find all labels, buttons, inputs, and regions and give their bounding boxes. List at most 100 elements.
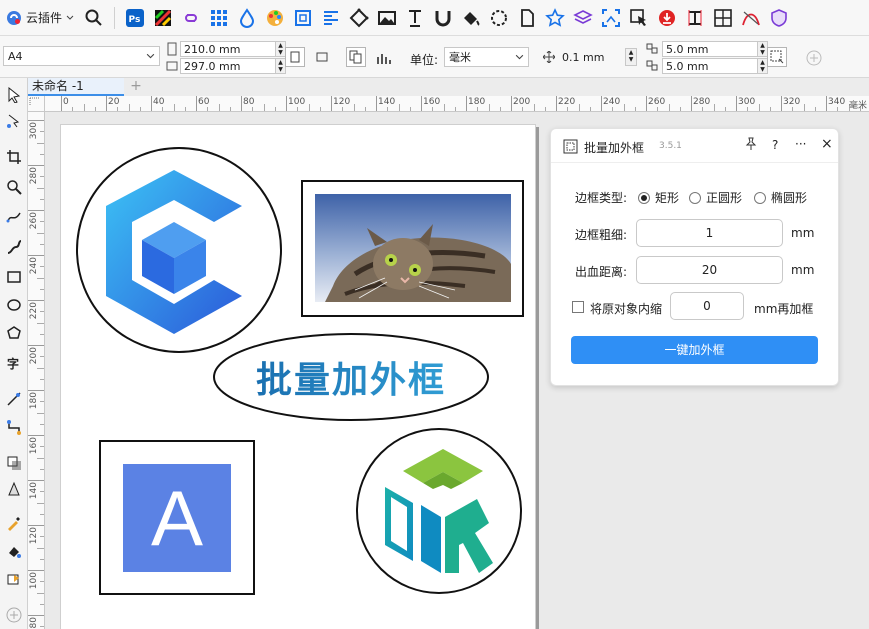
landscape-button[interactable] bbox=[312, 47, 332, 67]
current-page-button[interactable] bbox=[376, 49, 394, 67]
pick-tool[interactable] bbox=[5, 86, 23, 104]
h-ruler-minor bbox=[533, 104, 535, 111]
horizontal-ruler[interactable]: 0 20 40 60 80 100 120 140 160 180 200 220 240 260 280 3… bbox=[45, 96, 869, 112]
tool-star[interactable] bbox=[543, 6, 567, 30]
spin-arrows[interactable]: ▲ ▼ bbox=[275, 59, 285, 73]
tool-node[interactable] bbox=[347, 6, 371, 30]
tool-image[interactable] bbox=[375, 6, 399, 30]
search-button[interactable] bbox=[82, 6, 106, 30]
document-tab[interactable]: 未命名 -1 bbox=[28, 78, 124, 96]
tool-rotate[interactable] bbox=[487, 6, 511, 30]
tool-download[interactable] bbox=[655, 6, 679, 30]
ruler-origin-icon bbox=[29, 97, 40, 106]
h-ruler-minor bbox=[499, 107, 501, 111]
document-page[interactable]: 批量加外框 A bbox=[60, 124, 536, 629]
plugin-menu-button[interactable]: 云插件 bbox=[0, 4, 80, 32]
tool-color[interactable] bbox=[151, 6, 175, 30]
add-preset-button[interactable] bbox=[806, 49, 824, 67]
page-frame-button[interactable] bbox=[767, 47, 787, 67]
tool-drop[interactable] bbox=[235, 6, 259, 30]
h-ruler-tick: 280 bbox=[693, 97, 711, 107]
tool-text[interactable] bbox=[403, 6, 427, 30]
tool-cursor[interactable] bbox=[627, 6, 651, 30]
radio-ellipse[interactable] bbox=[754, 191, 766, 204]
more-button[interactable]: ··· bbox=[795, 137, 806, 151]
option-ellipse[interactable]: 椭圆形 bbox=[754, 189, 807, 206]
help-button[interactable]: ? bbox=[772, 138, 778, 152]
shrink-suffix: mm再加框 bbox=[754, 302, 814, 316]
crop-tool[interactable] bbox=[5, 148, 23, 166]
rectangle-tool[interactable] bbox=[5, 268, 23, 286]
page-width-input[interactable]: 210.0 mm ▲ ▼ bbox=[180, 41, 286, 57]
framed-letter-square[interactable]: A bbox=[99, 440, 255, 595]
smart-fill-tool[interactable] bbox=[5, 570, 23, 588]
portrait-button[interactable] bbox=[285, 47, 305, 67]
freehand-tool[interactable] bbox=[5, 208, 23, 226]
document-tab-bar: 未命名 -1 + bbox=[28, 78, 869, 96]
h-ruler-line bbox=[646, 96, 647, 111]
tool-align[interactable] bbox=[319, 6, 343, 30]
framed-cube-logo[interactable] bbox=[74, 146, 284, 354]
dup-x-input[interactable]: 5.0 mm ▲ ▼ bbox=[662, 41, 768, 57]
frame-select-icon bbox=[770, 50, 784, 64]
thickness-input[interactable]: 1 bbox=[636, 219, 783, 247]
transparency-tool[interactable] bbox=[5, 480, 23, 498]
add-tab-button[interactable]: + bbox=[128, 79, 144, 95]
tool-grid[interactable] bbox=[207, 6, 231, 30]
page-height-input[interactable]: 297.0 mm ▲ ▼ bbox=[180, 58, 286, 74]
h-ruler-minor bbox=[837, 107, 839, 111]
page-size-select[interactable]: A4 bbox=[3, 46, 160, 66]
close-button[interactable]: × bbox=[821, 136, 833, 152]
connector-tool[interactable] bbox=[5, 418, 23, 436]
tool-fill[interactable] bbox=[459, 6, 483, 30]
radio-rect[interactable] bbox=[638, 191, 650, 204]
ruler-corner[interactable] bbox=[28, 96, 45, 112]
spin-arrows[interactable]: ▲ ▼ bbox=[625, 48, 637, 66]
apply-frame-button[interactable]: 一键加外框 bbox=[571, 336, 818, 364]
nudge-input[interactable]: 0.1 mm ▲ ▼ bbox=[559, 48, 637, 66]
h-ruler-minor bbox=[578, 104, 580, 111]
ellipse-tool[interactable] bbox=[5, 296, 23, 314]
tool-shield[interactable] bbox=[767, 6, 791, 30]
tool-text-width[interactable] bbox=[683, 6, 707, 30]
tool-magnet[interactable] bbox=[431, 6, 455, 30]
bleed-input[interactable]: 20 bbox=[636, 256, 783, 284]
option-circle[interactable]: 正圆形 bbox=[689, 189, 742, 206]
option-rect[interactable]: 矩形 bbox=[638, 189, 679, 206]
tool-ps[interactable]: Ps bbox=[123, 6, 147, 30]
tool-palette[interactable] bbox=[263, 6, 287, 30]
spin-arrows[interactable]: ▲ ▼ bbox=[757, 42, 767, 56]
dimension-tool[interactable] bbox=[5, 390, 23, 408]
interactive-fill-tool[interactable] bbox=[5, 542, 23, 560]
polygon-tool[interactable] bbox=[5, 324, 23, 342]
artistic-media-tool[interactable] bbox=[5, 238, 23, 256]
zoom-tool[interactable] bbox=[5, 178, 23, 196]
text-tool[interactable]: 字 bbox=[5, 354, 23, 372]
tool-curve[interactable] bbox=[739, 6, 763, 30]
dup-y-input[interactable]: 5.0 mm ▲ ▼ bbox=[662, 58, 768, 74]
radio-circle[interactable] bbox=[689, 191, 701, 204]
tool-mesh[interactable] bbox=[711, 6, 735, 30]
all-pages-button[interactable] bbox=[346, 47, 366, 67]
tool-page[interactable] bbox=[515, 6, 539, 30]
framed-cdr-logo[interactable] bbox=[355, 427, 523, 595]
add-tool-button[interactable] bbox=[5, 606, 23, 624]
vertical-ruler[interactable]: 300 280 260 240 220 200 180 160 140 120 100 80 bbox=[28, 112, 45, 629]
drop-shadow-tool[interactable] bbox=[5, 454, 23, 472]
search-icon bbox=[85, 9, 102, 26]
h-ruler-minor bbox=[308, 104, 310, 111]
shrink-input[interactable]: 0 bbox=[670, 292, 744, 320]
eyedropper-tool[interactable] bbox=[5, 514, 23, 532]
tool-layers[interactable] bbox=[571, 6, 595, 30]
tool-frame[interactable] bbox=[291, 6, 315, 30]
v-ruler-line bbox=[28, 300, 44, 301]
spin-arrows[interactable]: ▲ ▼ bbox=[275, 42, 285, 56]
shape-tool[interactable] bbox=[5, 112, 23, 130]
shrink-checkbox[interactable] bbox=[572, 301, 584, 313]
tool-crop[interactable] bbox=[599, 6, 623, 30]
framed-cat-photo[interactable] bbox=[301, 180, 524, 317]
tool-link[interactable] bbox=[179, 6, 203, 30]
unit-select[interactable]: 毫米 bbox=[444, 47, 529, 67]
spin-arrows[interactable]: ▲ ▼ bbox=[757, 59, 767, 73]
pin-button[interactable] bbox=[744, 137, 760, 153]
